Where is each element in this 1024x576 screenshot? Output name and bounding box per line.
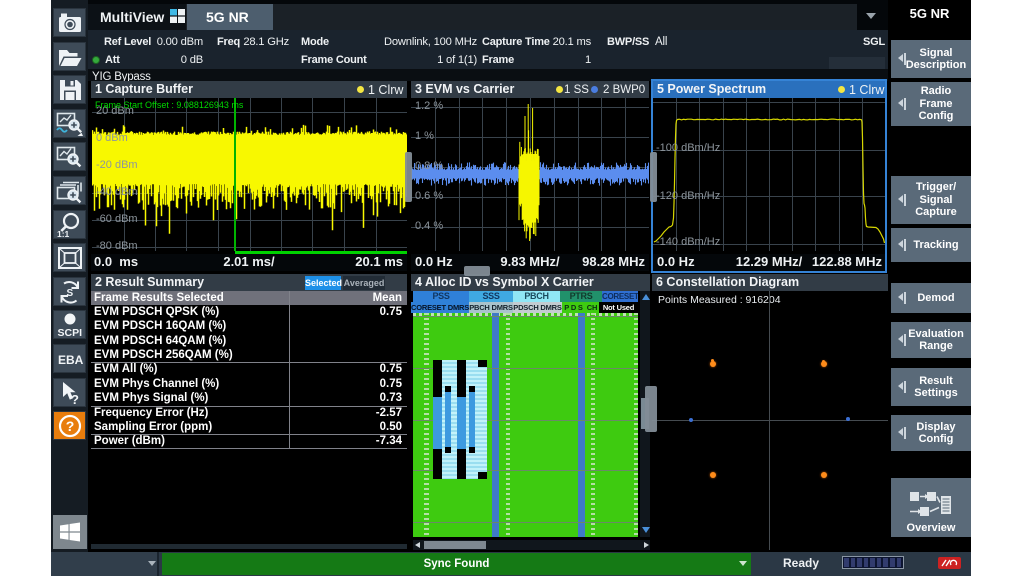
svg-text:?: ? (65, 418, 74, 434)
svg-text:S: S (66, 288, 73, 299)
svg-text:EBA: EBA (58, 353, 84, 367)
svg-text:?: ? (71, 392, 79, 406)
svg-text:1:1: 1:1 (57, 229, 70, 238)
svg-text:SCPI: SCPI (57, 327, 82, 338)
